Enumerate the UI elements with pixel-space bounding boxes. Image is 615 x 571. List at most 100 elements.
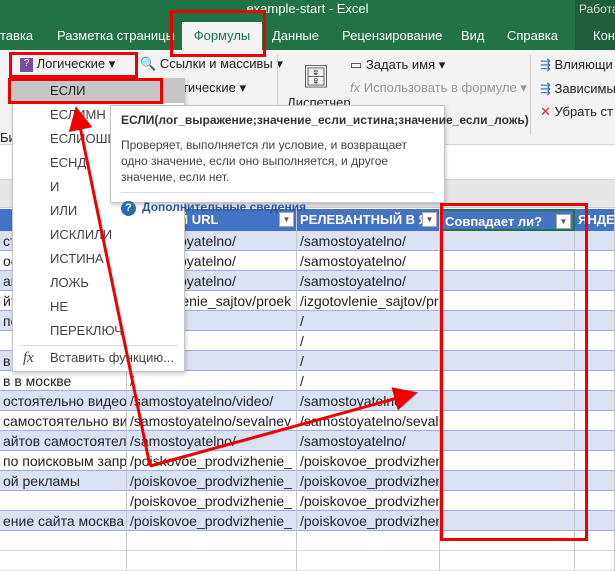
menu-item[interactable]: ЕСЛИ xyxy=(13,79,184,103)
table-cell[interactable] xyxy=(575,511,615,531)
use-in-formula-button[interactable]: fx Использовать в формуле ▾ xyxy=(350,80,527,96)
tab-formulas[interactable]: Формулы xyxy=(182,22,262,50)
table-cell[interactable] xyxy=(440,331,575,351)
table-cell[interactable]: /samostoyatelno/ xyxy=(297,271,440,291)
refs-button[interactable]: 🔍 Ссылки и массивы ▾ xyxy=(140,56,283,72)
table-cell[interactable]: остоятельно видео xyxy=(0,391,127,411)
table-cell[interactable]: / xyxy=(297,351,440,371)
table-cell[interactable]: /izgotovlenie_sajtov/proektirovanie-sajt… xyxy=(297,291,440,311)
function-tooltip: ЕСЛИ(лог_выражение;значение_если_истина;… xyxy=(110,105,529,216)
table-cell[interactable] xyxy=(440,511,575,531)
tab-insert[interactable]: тавка xyxy=(0,22,33,50)
tab-data[interactable]: Данные xyxy=(272,22,319,50)
column-header[interactable]: ЯНДЕ xyxy=(575,209,615,231)
table-cell[interactable]: /samostoyatelno/ xyxy=(297,231,440,251)
table-cell[interactable] xyxy=(0,531,127,551)
table-cell[interactable]: /samostoyatelno/sevalnev/ xyxy=(297,411,440,431)
table-cell[interactable] xyxy=(575,271,615,291)
table-cell[interactable] xyxy=(440,291,575,311)
tab-view[interactable]: Вид xyxy=(461,22,485,50)
remove-arrows-button[interactable]: ✕ Убрать ст xyxy=(540,104,613,120)
logical-button[interactable]: ? Логические ▾ xyxy=(20,56,115,72)
table-cell[interactable] xyxy=(575,491,615,511)
table-cell[interactable]: в в москве xyxy=(0,371,127,391)
table-cell[interactable]: ение сайта москва xyxy=(0,511,127,531)
table-cell[interactable] xyxy=(575,431,615,451)
table-cell[interactable] xyxy=(575,531,615,551)
menu-item[interactable]: ИСТИНА xyxy=(13,247,184,271)
table-cell[interactable] xyxy=(575,251,615,271)
table-cell[interactable] xyxy=(440,251,575,271)
table-cell[interactable]: /poiskovoe_prodvizhenie_sajtov/context/ xyxy=(297,471,440,491)
table-cell[interactable]: /samostoyatelno/ xyxy=(297,391,440,411)
use-in-formula-label: Использовать в формуле xyxy=(363,80,517,95)
table-cell[interactable]: /poiskovoe_prodvizhenie_ xyxy=(127,511,297,531)
table-cell[interactable]: /samostoyatelno/ xyxy=(127,431,297,451)
table-cell[interactable] xyxy=(297,551,440,571)
dependents-button[interactable]: ⇶ Зависимы xyxy=(540,81,615,97)
table-cell[interactable]: / xyxy=(297,371,440,391)
table-cell[interactable] xyxy=(575,391,615,411)
menu-item[interactable]: ИСКЛИЛИ xyxy=(13,223,184,247)
math-button[interactable]: атические ▾ xyxy=(175,80,246,96)
table-cell[interactable] xyxy=(440,271,575,291)
table-cell[interactable] xyxy=(440,531,575,551)
table-cell[interactable] xyxy=(0,551,127,571)
table-cell[interactable] xyxy=(127,531,297,551)
menu-item[interactable]: ЛОЖЬ xyxy=(13,271,184,295)
filter-dropdown-icon[interactable]: ▼ xyxy=(556,214,571,229)
table-cell[interactable] xyxy=(575,351,615,371)
table-cell[interactable] xyxy=(440,391,575,411)
table-cell[interactable]: ой рекламы xyxy=(0,471,127,491)
table-cell[interactable]: / xyxy=(127,371,297,391)
more-info-link[interactable]: ? Дополнительные сведения xyxy=(121,192,434,216)
table-cell[interactable] xyxy=(440,351,575,371)
menu-item[interactable]: НЕ xyxy=(13,295,184,319)
define-name-button[interactable]: ▭ Задать имя ▾ xyxy=(350,57,445,73)
table-cell[interactable]: по поисковым запр xyxy=(0,451,127,471)
table-cell[interactable] xyxy=(0,491,127,511)
column-header[interactable]: Совпадает ли? ▼ xyxy=(440,209,575,231)
table-cell[interactable] xyxy=(575,371,615,391)
table-cell[interactable] xyxy=(440,451,575,471)
table-cell[interactable] xyxy=(440,371,575,391)
table-cell[interactable]: /poiskovoe_prodvizhenie_ xyxy=(127,451,297,471)
table-cell[interactable]: /samostoyatelno/sevalnev xyxy=(127,411,297,431)
table-cell[interactable] xyxy=(440,491,575,511)
table-cell[interactable]: айтов самостоятельн xyxy=(0,431,127,451)
table-cell[interactable]: /poiskovoe_prodvizhenie_ xyxy=(127,471,297,491)
tab-kon[interactable]: Кон xyxy=(593,28,615,43)
table-cell[interactable]: /poiskovoe_prodvizhenie_sajtov/ xyxy=(297,511,440,531)
tab-page-layout[interactable]: Разметка страницы xyxy=(57,22,175,50)
table-cell[interactable] xyxy=(440,471,575,491)
table-cell[interactable] xyxy=(440,311,575,331)
table-cell[interactable] xyxy=(575,311,615,331)
table-cell[interactable]: / xyxy=(297,331,440,351)
table-cell[interactable] xyxy=(127,551,297,571)
table-cell[interactable] xyxy=(575,411,615,431)
table-cell[interactable] xyxy=(575,471,615,491)
table-cell[interactable]: /poiskovoe_prodvizhenie_sajtov/audit-saj… xyxy=(297,491,440,511)
table-cell[interactable] xyxy=(575,551,615,571)
table-cell[interactable] xyxy=(297,531,440,551)
table-cell[interactable] xyxy=(440,231,575,251)
menu-item[interactable]: ПЕРЕКЛЮЧ xyxy=(13,319,184,343)
table-cell[interactable] xyxy=(575,451,615,471)
table-cell[interactable]: /samostoyatelno/video/ xyxy=(127,391,297,411)
table-cell[interactable] xyxy=(440,551,575,571)
table-cell[interactable]: самостоятельно вид xyxy=(0,411,127,431)
precedents-button[interactable]: ⇶ Влияющи xyxy=(540,57,613,73)
tab-help[interactable]: Справка xyxy=(507,22,558,50)
table-cell[interactable]: /samostoyatelno/ xyxy=(297,431,440,451)
insert-function-item[interactable]: fx Вставить функцию... xyxy=(13,346,184,370)
table-cell[interactable] xyxy=(575,231,615,251)
table-cell[interactable] xyxy=(575,291,615,311)
table-cell[interactable]: / xyxy=(297,311,440,331)
table-cell[interactable]: /poiskovoe_prodvizhenie_sajtov/promotion xyxy=(297,451,440,471)
table-cell[interactable]: /poiskovoe_prodvizhenie_ xyxy=(127,491,297,511)
table-cell[interactable] xyxy=(440,411,575,431)
table-cell[interactable] xyxy=(575,331,615,351)
table-cell[interactable] xyxy=(440,431,575,451)
tab-review[interactable]: Рецензирование xyxy=(342,22,442,50)
table-cell[interactable]: /samostoyatelno/ xyxy=(297,251,440,271)
